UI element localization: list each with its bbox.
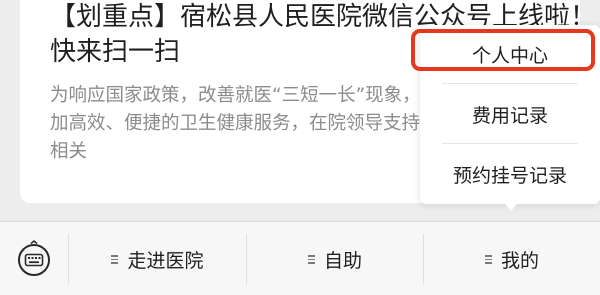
article-summary: 为响应国家政策，改善就医“三短一长”现象，更加高效、便捷的卫生健康服务，在院领导… [50,85,440,162]
submenu-divider [442,83,578,84]
submenu-item-personal-center[interactable]: 个人中心 [420,25,600,83]
submenu-item-label: 预约挂号记录 [452,164,567,187]
menu-tab-label: 走进医院 [127,249,204,272]
menu-tab-mine[interactable]: 我的 [423,234,600,284]
menu-tab-label: 自助 [323,249,362,272]
submenu-item-billing-records[interactable]: 费用记录 [420,85,600,143]
menu-list-icon [307,254,318,264]
menu-list-icon [111,254,121,264]
submenu-item-appointment-records[interactable]: 预约挂号记录 [420,145,600,203]
menu-tab-hospital[interactable]: 走进医院 [68,234,246,284]
submenu-divider [442,143,578,144]
submenu-item-label: 费用记录 [471,104,548,127]
submenu-arrow [503,201,519,211]
keyboard-icon [18,239,50,276]
menu-list-icon [484,254,495,264]
keyboard-toggle-button[interactable] [0,222,68,295]
menu-tab-label: 我的 [500,249,539,272]
submenu-popup: 个人中心 费用记录 预约挂号记录 [420,25,600,204]
bottom-menu-bar: 走进医院 自助 我的 [0,221,600,295]
menu-tab-self-service[interactable]: 自助 [246,234,423,284]
submenu-item-label: 个人中心 [471,44,548,67]
